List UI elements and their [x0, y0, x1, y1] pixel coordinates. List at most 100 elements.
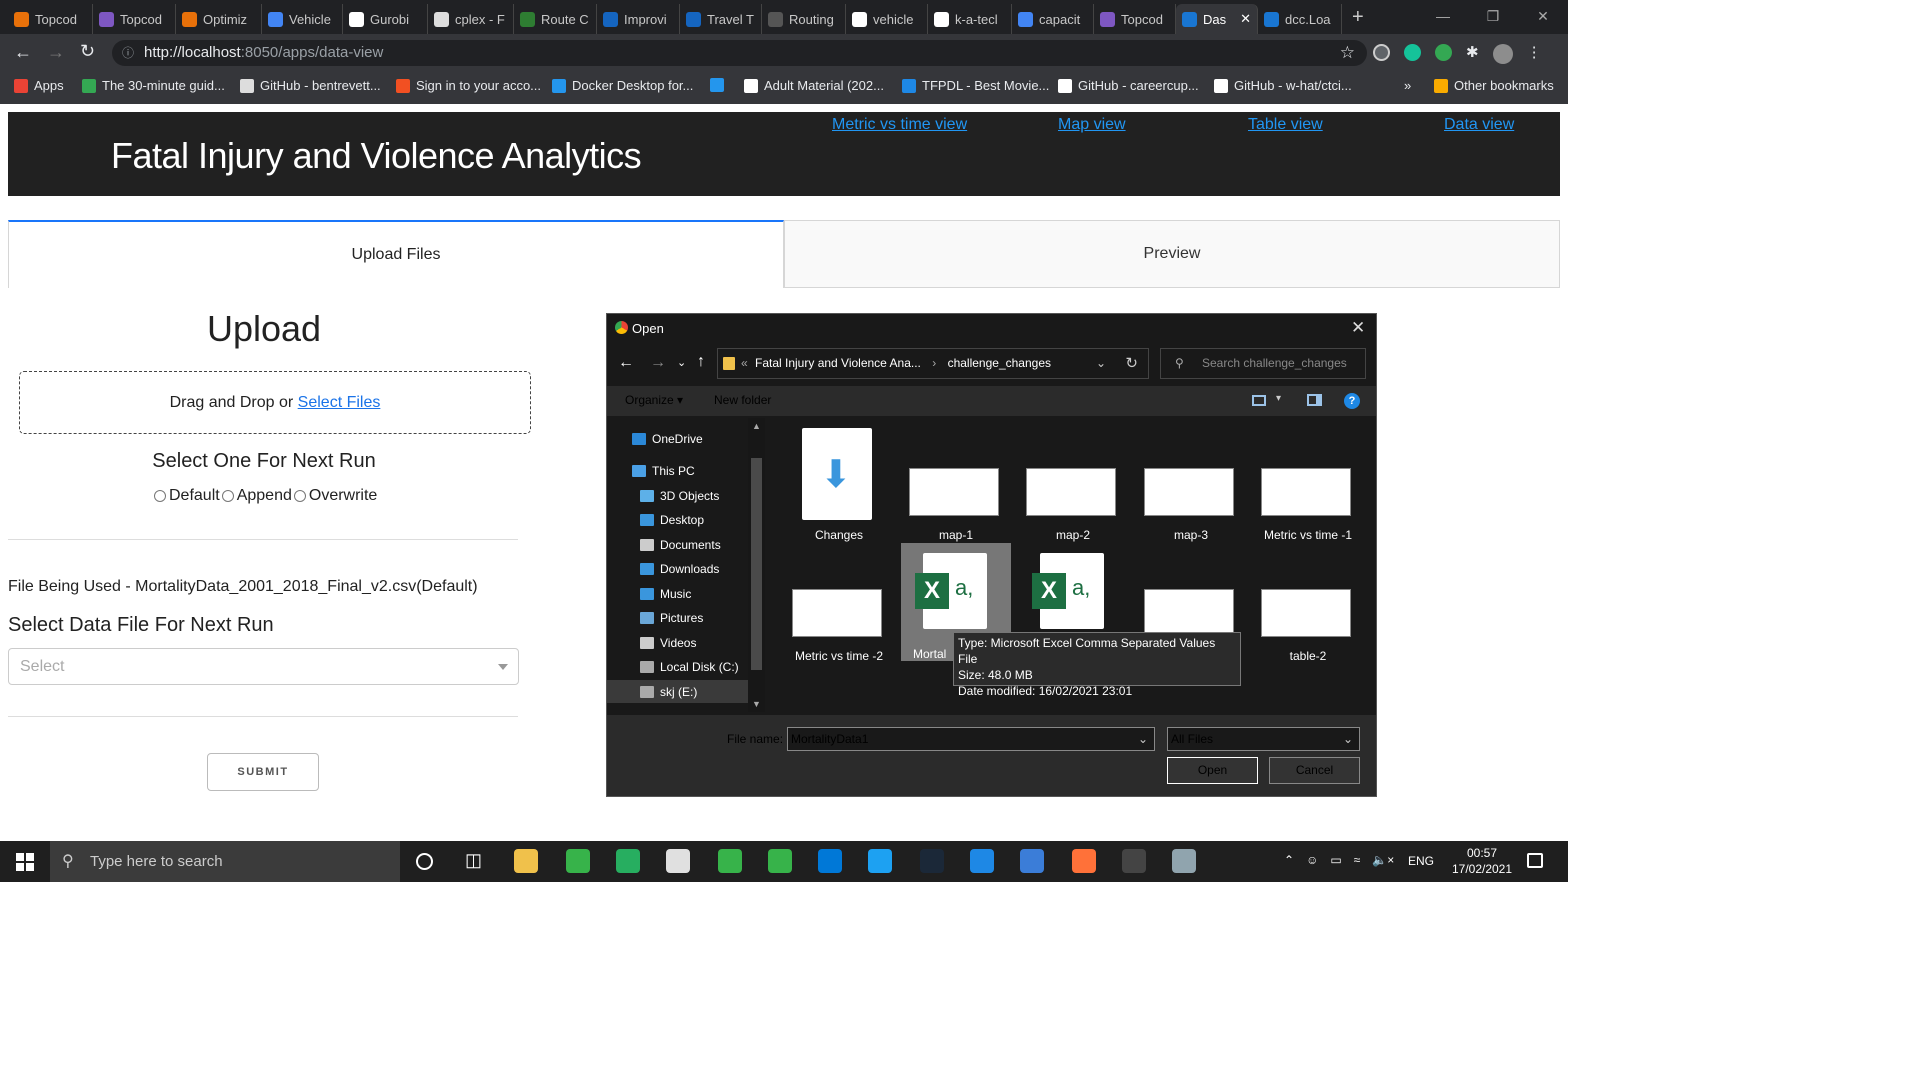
bookmark-item[interactable]: »: [1404, 78, 1411, 93]
nav-item[interactable]: Documents: [640, 538, 721, 552]
taskbar-app-icon[interactable]: [970, 849, 994, 873]
maximize-icon[interactable]: ❐: [1468, 0, 1518, 34]
scroll-up-icon[interactable]: ▲: [752, 421, 761, 431]
info-icon[interactable]: ⓘ: [122, 40, 134, 66]
taskbar-app-icon[interactable]: [818, 849, 842, 873]
breadcrumb-folder[interactable]: Fatal Injury and Violence Ana...: [755, 356, 921, 370]
file-item[interactable]: map-1: [901, 422, 1011, 542]
notifications-icon[interactable]: [1527, 853, 1543, 868]
browser-tab[interactable]: Das ✕: [1176, 4, 1258, 34]
extension-icon[interactable]: [1373, 44, 1390, 61]
nav-metric-vs-time[interactable]: Metric vs time view: [832, 116, 967, 134]
address-bar[interactable]: ⓘ http://localhost:8050/apps/data-view ☆: [112, 40, 1367, 66]
taskbar-app-icon[interactable]: [1020, 849, 1044, 873]
cortana-icon[interactable]: [416, 853, 433, 870]
browser-tab[interactable]: cplex - F: [428, 4, 514, 34]
taskbar-app-icon[interactable]: [1122, 849, 1146, 873]
scroll-down-icon[interactable]: ▼: [752, 699, 761, 709]
browser-tab[interactable]: capacit: [1012, 4, 1094, 34]
nav-map[interactable]: Map view: [1058, 116, 1126, 134]
nav-item[interactable]: Downloads: [640, 562, 719, 576]
bookmark-star-icon[interactable]: ☆: [1340, 40, 1355, 66]
bookmark-item[interactable]: Docker Desktop for...: [552, 78, 693, 93]
browser-tab[interactable]: Gurobi: [343, 4, 428, 34]
browser-tab[interactable]: Topcod: [1094, 4, 1176, 34]
browser-tab[interactable]: Topcod: [93, 4, 176, 34]
browser-tab[interactable]: Improvi: [597, 4, 680, 34]
taskbar-app-icon[interactable]: [768, 849, 792, 873]
bookmark-item[interactable]: Sign in to your acco...: [396, 78, 541, 93]
bookmark-item[interactable]: TFPDL - Best Movie...: [902, 78, 1049, 93]
data-file-dropdown[interactable]: Select: [8, 648, 519, 685]
browser-tab[interactable]: k-a-tecl: [928, 4, 1012, 34]
people-icon[interactable]: ☺: [1306, 853, 1318, 867]
nav-item[interactable]: Music: [640, 587, 691, 601]
cancel-button[interactable]: Cancel: [1269, 757, 1360, 784]
browser-tab[interactable]: Optimiz: [176, 4, 262, 34]
dialog-search-input[interactable]: ⚲ Search challenge_changes: [1160, 348, 1366, 379]
taskbar-app-icon[interactable]: [666, 849, 690, 873]
file-item[interactable]: map-3: [1136, 422, 1246, 542]
chevron-down-icon[interactable]: ⌄: [1343, 728, 1353, 750]
windows-start-icon[interactable]: [16, 853, 34, 871]
open-button[interactable]: Open: [1167, 757, 1258, 784]
volume-muted-icon[interactable]: 🔈×: [1372, 853, 1394, 867]
browser-tab[interactable]: vehicle: [846, 4, 928, 34]
clock[interactable]: 00:57 17/02/2021: [1450, 845, 1514, 877]
wifi-icon[interactable]: ≈: [1354, 853, 1361, 867]
nav-item[interactable]: OneDrive: [632, 432, 703, 446]
nav-item[interactable]: 3D Objects: [640, 489, 719, 503]
taskbar-app-icon[interactable]: [514, 849, 538, 873]
reload-icon[interactable]: ↻: [80, 41, 95, 62]
file-type-select[interactable]: All Files ⌄: [1167, 727, 1360, 751]
up-icon[interactable]: ↑: [697, 353, 705, 371]
tab-preview[interactable]: Preview: [784, 220, 1560, 288]
taskbar-app-icon[interactable]: [1072, 849, 1096, 873]
file-item[interactable]: Metric vs time -1: [1253, 422, 1363, 542]
taskbar-app-icon[interactable]: [566, 849, 590, 873]
nav-item[interactable]: This PC: [632, 464, 695, 478]
file-name-input[interactable]: MortalityData1 ⌄: [787, 727, 1155, 751]
file-item[interactable]: ⬇ Changes: [784, 422, 894, 542]
select-files-link[interactable]: Select Files: [298, 394, 381, 411]
tab-close-icon[interactable]: ✕: [1240, 11, 1251, 27]
nav-item[interactable]: Desktop: [640, 513, 704, 527]
view-options-icon[interactable]: [1252, 395, 1266, 406]
taskbar-app-icon[interactable]: [868, 849, 892, 873]
nav-item[interactable]: skj (E:): [640, 685, 697, 699]
submit-button[interactable]: SUBMIT: [207, 753, 319, 791]
browser-tab[interactable]: Topcod: [8, 4, 93, 34]
menu-icon[interactable]: ⋮: [1527, 44, 1542, 64]
chevron-down-icon[interactable]: ⌄: [1138, 728, 1148, 750]
refresh-icon[interactable]: ↻: [1125, 349, 1138, 378]
taskbar-search[interactable]: ⚲ Type here to search: [50, 841, 400, 882]
bookmark-item[interactable]: GitHub - careercup...: [1058, 78, 1199, 93]
scrollbar-thumb[interactable]: [751, 458, 762, 670]
file-item[interactable]: table-2: [1253, 543, 1363, 663]
language-indicator[interactable]: ENG: [1408, 854, 1434, 868]
nav-data[interactable]: Data view: [1444, 116, 1514, 134]
bookmark-item[interactable]: Apps: [14, 78, 64, 93]
radio-default[interactable]: [154, 490, 166, 502]
file-item[interactable]: map-2: [1018, 422, 1128, 542]
bookmark-item[interactable]: GitHub - bentrevett...: [240, 78, 381, 93]
new-tab-icon[interactable]: +: [1352, 6, 1364, 29]
close-icon[interactable]: ✕: [1351, 318, 1365, 338]
chevron-down-icon[interactable]: ▾: [1276, 393, 1281, 404]
avatar[interactable]: [1492, 44, 1513, 64]
bookmark-item[interactable]: The 30-minute guid...: [82, 78, 225, 93]
browser-tab[interactable]: Route C: [514, 4, 597, 34]
grammarly-icon[interactable]: [1404, 44, 1421, 61]
bookmark-item[interactable]: [710, 78, 730, 92]
bookmark-item[interactable]: GitHub - w-hat/ctci...: [1214, 78, 1352, 93]
forward-icon[interactable]: →: [650, 354, 666, 372]
back-icon[interactable]: ←: [618, 354, 634, 372]
minimize-icon[interactable]: —: [1418, 0, 1468, 34]
taskbar-app-icon[interactable]: [616, 849, 640, 873]
taskbar-app-icon[interactable]: [1172, 849, 1196, 873]
browser-tab[interactable]: Vehicle: [262, 4, 343, 34]
taskbar-app-icon[interactable]: [920, 849, 944, 873]
browser-tab[interactable]: dcc.Loa: [1258, 4, 1342, 34]
close-window-icon[interactable]: ✕: [1518, 0, 1568, 34]
browser-tab[interactable]: Travel T: [680, 4, 762, 34]
